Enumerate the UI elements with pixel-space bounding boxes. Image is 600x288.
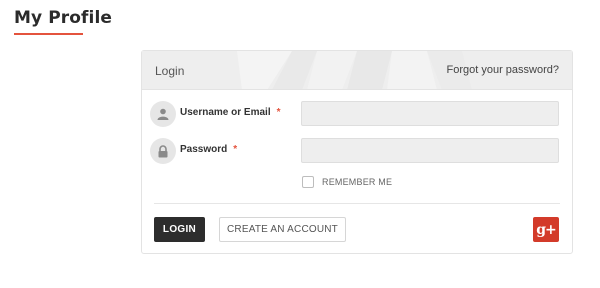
login-button[interactable]: LOGIN — [154, 217, 205, 242]
remember-me-checkbox[interactable] — [302, 175, 314, 188]
password-input[interactable] — [301, 138, 559, 163]
username-label-text: Username or Email — [180, 107, 271, 118]
password-row: Password * — [142, 138, 572, 164]
password-required-mark: * — [233, 144, 238, 155]
password-label-text: Password — [180, 144, 228, 155]
username-required-mark: * — [276, 107, 281, 118]
divider — [154, 203, 560, 204]
create-account-button[interactable]: CREATE AN ACCOUNT — [219, 217, 346, 242]
remember-me-label: REMEMBER ME — [322, 176, 393, 187]
remember-me[interactable]: REMEMBER ME — [302, 175, 392, 188]
google-plus-icon[interactable]: g+ — [533, 217, 559, 242]
user-icon — [150, 101, 176, 127]
page-title: My Profile — [14, 8, 113, 28]
login-header-title: Login — [155, 64, 185, 78]
title-underline — [14, 33, 83, 35]
lock-icon — [150, 138, 176, 164]
login-panel-header: Login Forgot your password? — [142, 51, 572, 90]
google-plus-label: g+ — [536, 221, 557, 238]
forgot-password-link[interactable]: Forgot your password? — [447, 64, 560, 76]
username-label: Username or Email * — [180, 107, 281, 118]
username-row: Username or Email * — [142, 101, 572, 127]
password-label: Password * — [180, 144, 237, 155]
username-input[interactable] — [301, 101, 559, 126]
login-panel: Login Forgot your password? Username or … — [141, 50, 573, 254]
